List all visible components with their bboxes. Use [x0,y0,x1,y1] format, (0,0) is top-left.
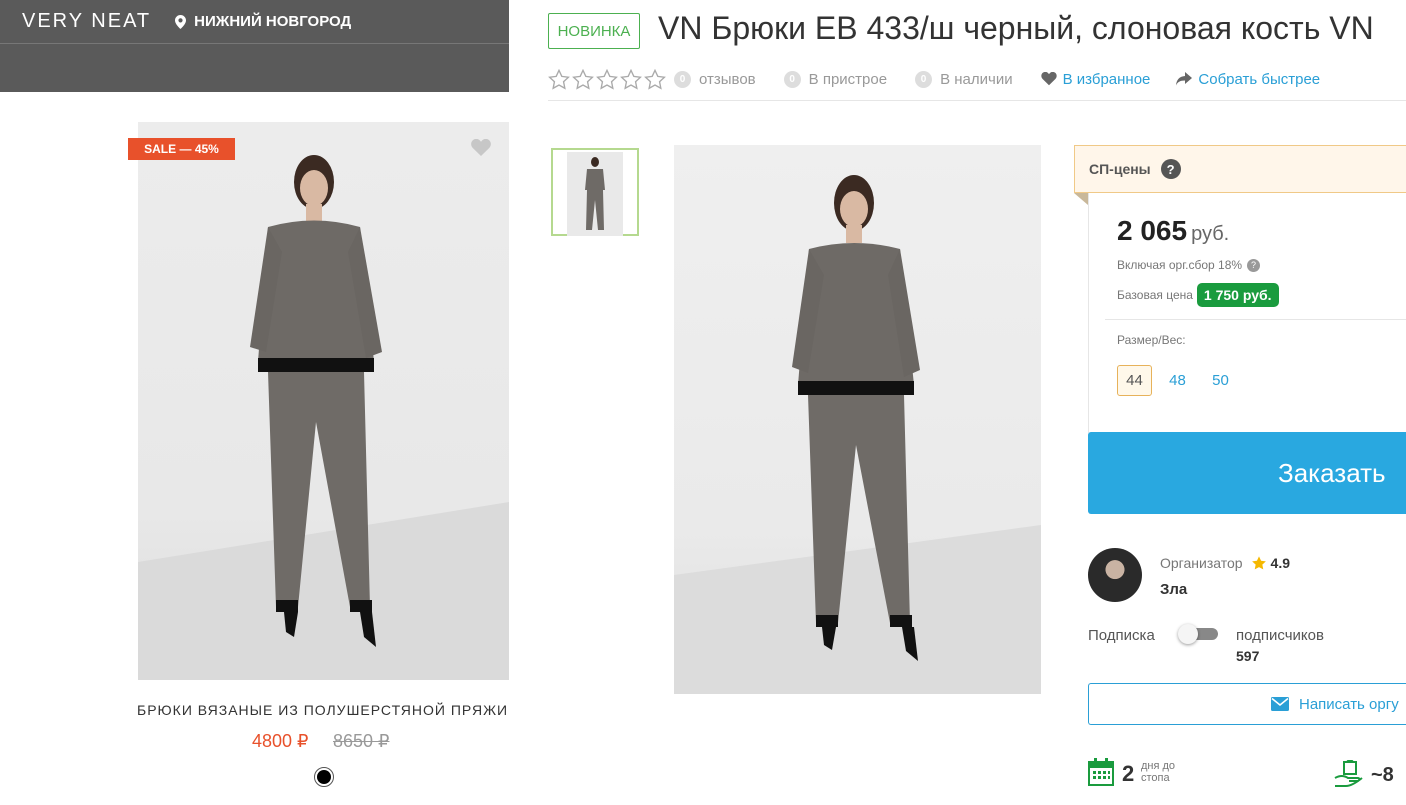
base-price: Базовая цена 1 750 руб. [1117,283,1279,307]
pristroy-count: 0 [783,70,801,88]
pristroy-label: В пристрое [808,70,888,88]
new-badge: НОВИНКА [548,13,640,49]
price-divider [1105,319,1406,320]
price-box: 2 065 руб. Включая орг.сбор 18% ? Базовая… [1088,193,1406,433]
subscribers-count: 597 [1236,648,1260,664]
sp-prices-title: СП-цены [1089,161,1151,177]
store-product-price: 4800 ₽ [252,731,309,751]
help-icon[interactable]: ? [1160,159,1181,179]
organizer-name[interactable]: Зла [1160,581,1187,598]
product-title: VN Брюки EB 433/ш черный, слоновая кость… [658,10,1374,46]
heart-icon [1040,72,1057,86]
days-left-text: дня до стопа [1141,760,1176,784]
organizer-label-row: Организатор 4.9 [1160,555,1290,571]
size-option-50[interactable]: 50 [1203,365,1238,396]
stock-count: 0 [915,70,933,88]
subscribe-toggle[interactable] [1178,624,1218,644]
fee-help-icon[interactable]: ? [1247,258,1261,272]
size-option-44[interactable]: 44 [1117,365,1152,396]
size-label: Размер/Вес: [1117,333,1186,347]
store-product-old-price: 8650 ₽ [333,731,390,751]
thumbnail-image [567,152,623,236]
star-filled-icon [1251,556,1266,570]
share-label: Собрать быстрее [1198,70,1321,88]
price-value: 2 065 руб. [1117,215,1229,247]
calendar-icon [1088,758,1114,786]
fee-note-text: Включая орг.сбор 18% [1117,258,1243,272]
favorites-label: В избранное [1062,70,1151,88]
subscribe-label: Подписка [1088,627,1155,644]
sale-badge: SALE — 45% [128,138,235,160]
model-figure-main [674,175,1041,694]
subscribers-label: подписчиков [1236,627,1324,644]
star-empty-icon [596,68,618,90]
participants-approx: ~8 [1371,764,1394,786]
store-product-title[interactable]: БРЮКИ ВЯЗАНЫЕ ИЗ ПОЛУШЕРСТЯНОЙ ПРЯЖИ [137,702,509,718]
model-figure [138,155,509,680]
days-left-number: 2 [1122,761,1135,786]
share-arrow-icon [1176,72,1193,86]
reviews-link[interactable]: 0 отзывов [674,70,756,88]
size-options: 44 48 50 [1117,365,1238,396]
price-amount: 2 065 [1117,215,1188,246]
rating-stars[interactable] [548,68,666,90]
city-name: НИЖНИЙ НОВГОРОД [194,13,352,30]
location-pin-icon [175,14,187,29]
store-topbar: VERY NEAT НИЖНИЙ НОВГОРОД [0,0,509,44]
reviews-count: 0 [674,70,691,88]
toggle-knob [1178,624,1198,644]
star-empty-icon [548,68,570,90]
favorite-heart-icon[interactable] [471,138,491,162]
write-organizer-label: Написать оргу [1299,695,1399,713]
share-link[interactable]: Собрать быстрее [1176,71,1320,88]
order-button[interactable]: Заказать [1088,432,1406,514]
write-organizer-button[interactable]: Написать оргу [1088,683,1406,725]
size-option-48[interactable]: 48 [1160,365,1195,396]
base-price-label: Базовая цена [1117,288,1193,302]
organizer-label: Организатор [1160,555,1243,571]
product-meta-row: 0 отзывов 0 В пристрое 0 В наличии В изб… [548,66,1406,92]
add-to-favorites-link[interactable]: В избранное [1040,70,1151,88]
color-swatch-black[interactable] [314,767,334,787]
pristroy-link[interactable]: 0 В пристрое [783,70,888,88]
hand-bag-icon [1334,760,1363,787]
product-main-image[interactable] [674,145,1041,694]
color-swatch-fill [317,770,331,784]
store-product-image[interactable] [138,122,509,680]
city-selector[interactable]: НИЖНИЙ НОВГОРОД [175,13,351,30]
star-empty-icon [620,68,642,90]
organizer-avatar[interactable] [1088,548,1142,602]
star-empty-icon [572,68,594,90]
sp-prices-header: СП-цены ? [1074,145,1406,193]
store-header: VERY NEAT НИЖНИЙ НОВГОРОД [0,0,509,92]
stock-label: В наличии [940,70,1013,88]
star-empty-icon [644,68,666,90]
envelope-icon [1271,697,1289,711]
stock-link[interactable]: 0 В наличии [915,70,1013,88]
fee-note: Включая орг.сбор 18% ? [1117,258,1261,272]
header-divider [548,100,1406,101]
price-currency: руб. [1191,223,1230,245]
product-thumbnail[interactable] [551,148,639,236]
reviews-label: отзывов [699,70,756,88]
header-fold-decoration [1074,193,1088,205]
organizer-rating: 4.9 [1270,555,1291,571]
base-price-tag: 1 750 руб. [1196,283,1279,307]
brand-logo[interactable]: VERY NEAT [22,10,151,33]
